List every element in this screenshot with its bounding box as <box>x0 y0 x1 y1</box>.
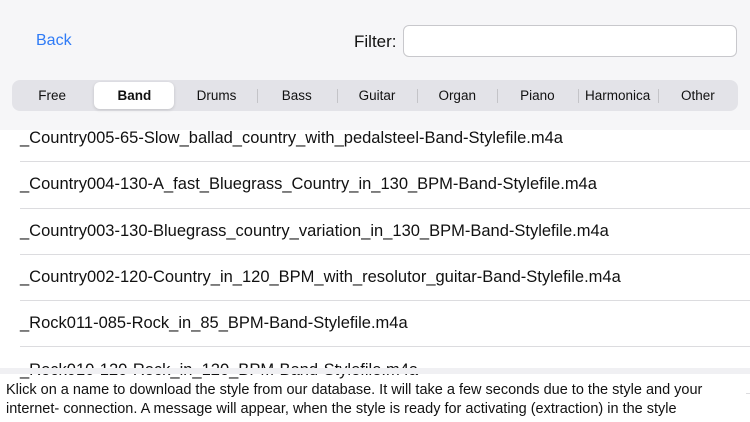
header: Back Filter: Free Band Drums Bass Guitar Orga… <box>0 0 750 130</box>
filter-label: Filter: <box>354 32 397 51</box>
info-text: Klick on a name to download the style fr… <box>6 381 746 419</box>
category-segmented-control: Free Band Drums Bass Guitar Organ Piano Harmoni… <box>12 80 738 111</box>
back-button[interactable]: Back <box>36 32 72 50</box>
tab-piano[interactable]: Piano <box>497 82 577 109</box>
list-item[interactable]: _Rock011-085-Rock_in_85_BPM-Band-Stylefi… <box>20 301 750 348</box>
tab-free[interactable]: Free <box>12 82 92 109</box>
tab-guitar[interactable]: Guitar <box>336 82 417 109</box>
tab-bass[interactable]: Bass <box>256 82 337 109</box>
filter-input[interactable] <box>403 25 737 57</box>
style-file-list[interactable]: _Country005-65-Slow_ballad_country_with_… <box>0 116 750 394</box>
tab-harmonica[interactable]: Harmonica <box>577 82 658 109</box>
tab-organ[interactable]: Organ <box>417 82 497 109</box>
list-item[interactable]: _Country003-130-Bluegrass_country_variat… <box>20 209 750 255</box>
list-item[interactable]: _Country002-120-Country_in_120_BPM_with_… <box>20 255 750 302</box>
list-item[interactable]: _Country004-130-A_fast_Bluegrass_Country… <box>20 162 750 209</box>
tab-drums[interactable]: Drums <box>176 82 256 109</box>
divider <box>0 368 750 374</box>
tab-other[interactable]: Other <box>657 82 738 109</box>
tab-band[interactable]: Band <box>94 82 175 109</box>
